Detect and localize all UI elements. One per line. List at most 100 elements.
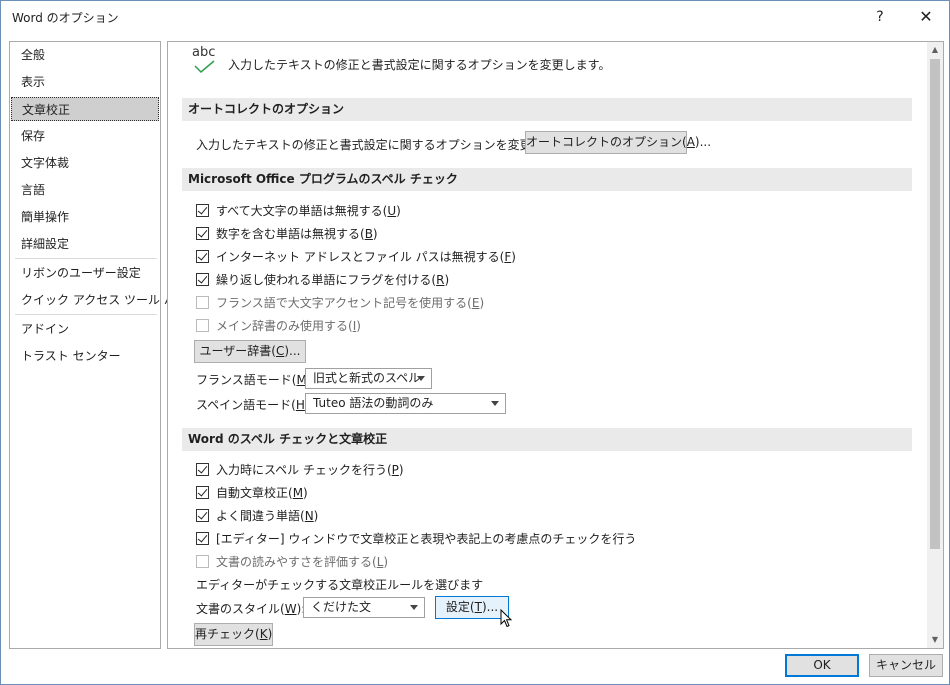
help-button[interactable]: ? xyxy=(857,1,903,33)
checkbox-ignore-numbers[interactable]: 数字を含む単語は無視する(B) xyxy=(196,225,378,243)
checkbox-editor-pane-check[interactable]: [エディター] ウィンドウで文章校正と表現や表記上の考慮点のチェックを行う xyxy=(196,530,636,548)
recheck-document-button[interactable]: 再チェック(K) xyxy=(194,623,273,646)
checkbox-check-spelling-as-you-type[interactable]: 入力時にスペル チェックを行う(P) xyxy=(196,461,404,479)
nav-item-proofing[interactable]: 文章校正 xyxy=(11,97,159,121)
checkbox-unchecked[interactable] xyxy=(196,319,209,332)
checkbox-checked[interactable] xyxy=(196,509,209,522)
nav-divider xyxy=(15,314,157,315)
option-label: ) xyxy=(511,250,516,264)
button-text: ) xyxy=(267,627,273,641)
option-label: インターネット アドレスとファイル パスは無視する( xyxy=(216,250,505,264)
option-label: ) xyxy=(383,555,389,569)
checkbox-checked[interactable] xyxy=(196,250,209,263)
checkbox-checked[interactable] xyxy=(196,486,209,499)
access-key: M xyxy=(292,486,304,500)
autocorrect-options-button[interactable]: オートコレクトのオプション(A)... xyxy=(525,131,711,154)
access-key: W xyxy=(284,602,297,616)
option-label: 繰り返し使われる単語にフラグを付ける( xyxy=(216,273,437,287)
button-text: 再チェック( xyxy=(195,627,260,641)
select-value: くだけた文 xyxy=(311,600,372,614)
checkbox-flag-repeated-words[interactable]: 繰り返し使われる単語にフラグを付ける(R) xyxy=(196,271,449,289)
title-bar: Word のオプション ? ✕ xyxy=(1,1,949,33)
access-key: H xyxy=(295,398,305,412)
section-header-spelling: Microsoft Office プログラムのスペル チェック xyxy=(182,168,912,191)
options-panel: abc 入力したテキストの修正と書式設定に関するオプションを変更します。 オート… xyxy=(167,41,944,649)
window-title: Word のオプション xyxy=(12,11,119,25)
nav-item-customize-ribbon[interactable]: リボンのユーザー設定 xyxy=(11,261,159,285)
nav-item-quick-access-toolbar[interactable]: クイック アクセス ツール バー xyxy=(11,288,188,312)
nav-item-accessibility[interactable]: 簡単操作 xyxy=(11,205,159,229)
custom-dictionaries-button[interactable]: ユーザー辞書(C)... xyxy=(194,340,306,363)
french-mode-select[interactable]: 旧式と新式のスペル xyxy=(305,368,432,389)
chevron-down-icon xyxy=(491,401,499,406)
nav-item-addins[interactable]: アドイン xyxy=(11,317,159,341)
checkbox-checked[interactable] xyxy=(196,532,209,545)
access-key: T xyxy=(474,600,482,614)
nav-item-general[interactable]: 全般 xyxy=(11,43,159,67)
checkbox-ignore-uppercase[interactable]: すべて大文字の単語は無視する(U) xyxy=(196,202,401,220)
writing-style-select[interactable]: くだけた文 xyxy=(303,597,425,618)
option-label: よく間違う単語( xyxy=(216,509,305,523)
checkbox-readability-statistics[interactable]: 文書の読みやすさを評価する(L) xyxy=(196,553,388,571)
button-text: オートコレクトのオプション( xyxy=(526,135,687,149)
access-key: P xyxy=(391,463,399,477)
option-label: 自動文章校正( xyxy=(216,486,293,500)
button-text: )... xyxy=(481,600,499,614)
ok-button[interactable]: OK xyxy=(785,654,859,677)
access-key: B xyxy=(364,227,373,241)
checkbox-checked[interactable] xyxy=(196,463,209,476)
close-button[interactable]: ✕ xyxy=(903,1,949,33)
chevron-down-icon xyxy=(417,376,425,381)
option-label: ) xyxy=(479,296,485,310)
option-label: [エディター] ウィンドウで文章校正と表現や表記上の考慮点のチェックを行う xyxy=(216,532,637,546)
option-label: 文書の読みやすさを評価する( xyxy=(216,555,377,569)
nav-item-language[interactable]: 言語 xyxy=(11,178,159,202)
option-label: ) xyxy=(303,486,308,500)
access-key: K xyxy=(259,627,268,641)
checkbox-unchecked[interactable] xyxy=(196,555,209,568)
nav-divider xyxy=(15,258,157,259)
checkbox-frequently-confused-words[interactable]: よく間違う単語(N) xyxy=(196,507,318,525)
rules-description: エディターがチェックする文章校正ルールを選びます xyxy=(196,578,484,592)
button-text: )... xyxy=(694,135,712,149)
grammar-settings-button[interactable]: 設定(T)... xyxy=(435,596,509,619)
label-text: 文書のスタイル( xyxy=(196,602,285,616)
option-label: ) xyxy=(444,273,450,287)
checkbox-ignore-internet-addresses[interactable]: インターネット アドレスとファイル パスは無視する(F) xyxy=(196,248,516,266)
option-label: 入力時にスペル チェックを行う( xyxy=(216,463,392,477)
checkbox-french-accented-uppercase[interactable]: フランス語で大文字アクセント記号を使用する(E) xyxy=(196,294,484,312)
scroll-down-icon[interactable]: ▼ xyxy=(927,632,943,648)
option-label: ) xyxy=(396,204,401,218)
word-options-dialog: Word のオプション ? ✕ 全般 表示 文章校正 保存 文字体裁 言語 簡単… xyxy=(0,0,950,685)
checkbox-checked[interactable] xyxy=(196,204,209,217)
checkbox-main-dictionary-only[interactable]: メイン辞書のみ使用する(I) xyxy=(196,317,361,335)
select-value: Tuteo 語法の動詞のみ xyxy=(313,396,434,410)
checkbox-checked[interactable] xyxy=(196,273,209,286)
writing-style-label: 文書のスタイル(W): xyxy=(196,600,305,617)
checkbox-mark-grammar-errors[interactable]: 自動文章校正(M) xyxy=(196,484,308,502)
vertical-scrollbar[interactable]: ▲ ▼ xyxy=(927,42,943,648)
nav-item-save[interactable]: 保存 xyxy=(11,124,159,148)
abc-icon-text: abc xyxy=(192,45,216,60)
category-nav: 全般 表示 文章校正 保存 文字体裁 言語 簡単操作 詳細設定 リボンのユーザー… xyxy=(9,41,188,649)
checkbox-unchecked[interactable] xyxy=(196,296,209,309)
access-key: A xyxy=(686,135,695,149)
option-label: フランス語で大文字アクセント記号を使用する( xyxy=(216,296,472,310)
section-header-word-proofing: Word のスペル チェックと文章校正 xyxy=(182,428,912,451)
nav-item-advanced[interactable]: 詳細設定 xyxy=(11,232,159,256)
nav-item-typography[interactable]: 文字体裁 xyxy=(11,151,159,175)
scrollbar-thumb[interactable] xyxy=(930,59,940,549)
spanish-mode-select[interactable]: Tuteo 語法の動詞のみ xyxy=(305,393,506,414)
cancel-button[interactable]: キャンセル xyxy=(869,654,943,677)
spanish-mode-label: スペイン語モード(H): xyxy=(196,396,314,413)
checkmark-icon xyxy=(194,60,215,74)
option-label: すべて大文字の単語は無視する( xyxy=(216,204,388,218)
access-key: N xyxy=(304,509,314,523)
checkbox-checked[interactable] xyxy=(196,227,209,240)
french-mode-label: フランス語モード(M): xyxy=(196,371,316,388)
scroll-up-icon[interactable]: ▲ xyxy=(927,42,943,58)
button-text: )... xyxy=(284,344,301,358)
nav-item-trust-center[interactable]: トラスト センター xyxy=(11,344,159,368)
label-text: スペイン語モード( xyxy=(196,398,296,412)
nav-item-display[interactable]: 表示 xyxy=(11,70,159,94)
